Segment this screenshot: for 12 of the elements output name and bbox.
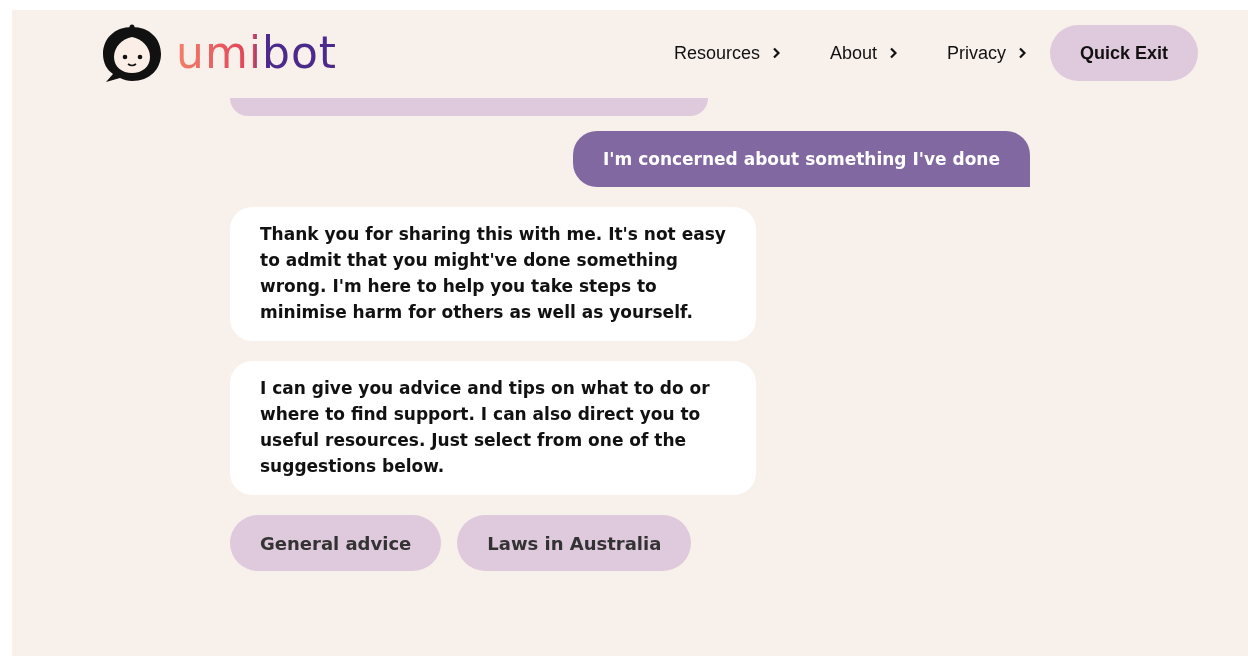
bot-message: I can give you advice and tips on what to do or where to find support. I can also direct you to useful resources. Just select from one of the suggestions below. <box>230 361 756 495</box>
chevron-right-icon <box>1018 47 1026 59</box>
chevron-right-icon <box>889 47 897 59</box>
nav-link[interactable]: Resources <box>673 42 780 64</box>
suggestion-chip[interactable]: General advice <box>230 515 442 571</box>
bot-message: Thank you for sharing this with me. It's not easy to admit that you might've done something wrong. I'm here to help you take steps to minimise harm for others as well as yourself. <box>230 207 756 341</box>
nav-link[interactable]: About <box>829 42 897 64</box>
chevron-right-icon <box>771 47 780 59</box>
nav-link[interactable]: Privacy <box>947 42 1026 64</box>
quick-exit-button[interactable]: Quick Exit <box>1050 25 1198 81</box>
suggestion-chip[interactable]: Laws in Australia <box>457 515 692 571</box>
user-message: I'm concerned about something I've done <box>572 131 1030 187</box>
